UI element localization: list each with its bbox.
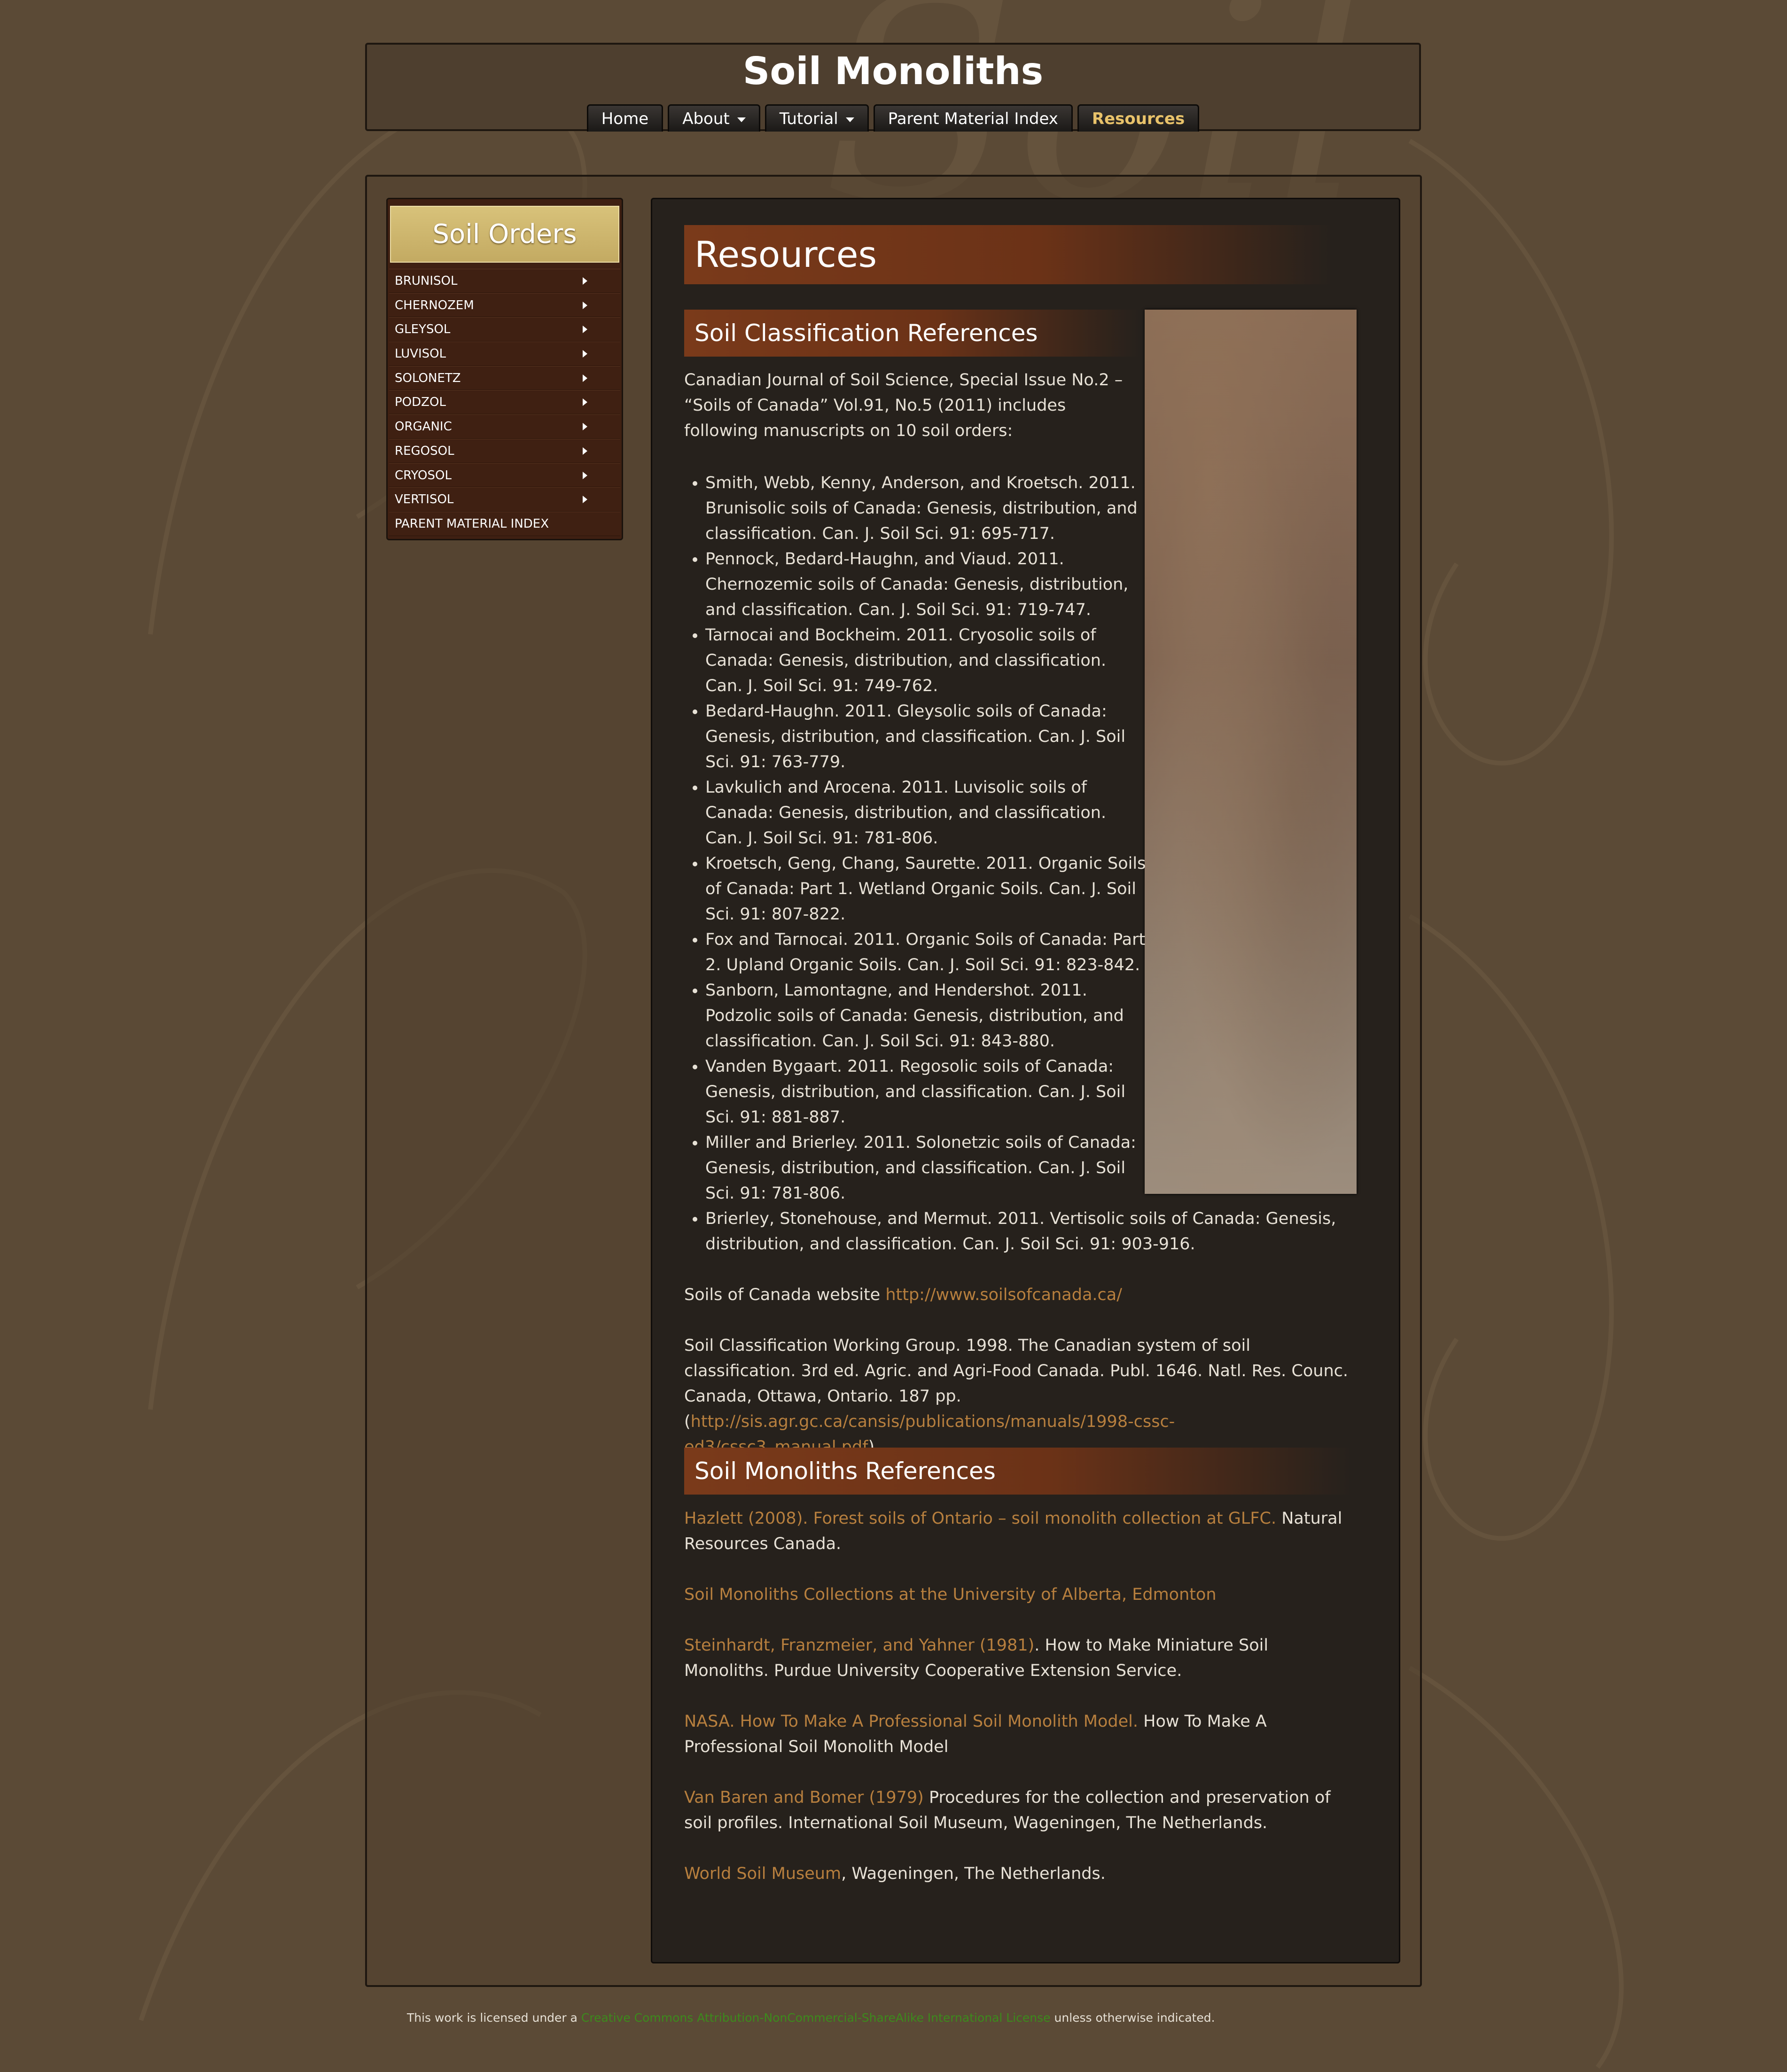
vanbaren-reference: Van Baren and Bomer (1979) Procedures fo… <box>684 1785 1351 1836</box>
scwg-reference: Soil Classification Working Group. 1998.… <box>684 1333 1351 1460</box>
chevron-right-icon <box>583 398 587 406</box>
website-prefix: Soils of Canada website <box>684 1285 886 1304</box>
footer-suffix: unless otherwise indicated. <box>1050 2011 1215 2025</box>
classification-reference-list: Smith, Webb, Kenny, Anderson, and Kroets… <box>684 470 1363 1257</box>
sidebar-item-label: CHERNOZEM <box>395 298 474 312</box>
section-heading-classification: Soil Classification References <box>684 310 1140 357</box>
sidebar-heading: Soil Orders <box>390 206 619 263</box>
list-item: Pennock, Bedard-Haughn, and Viaud. 2011.… <box>705 546 1147 623</box>
steinhardt-reference: Steinhardt, Franzmeier, and Yahner (1981… <box>684 1633 1351 1683</box>
soils-of-canada-link[interactable]: http://www.soilsofcanada.ca/ <box>885 1285 1122 1304</box>
license-link[interactable]: Creative Commons Attribution-NonCommerci… <box>581 2011 1051 2025</box>
sidebar-item-organic[interactable]: ORGANIC <box>389 414 620 439</box>
alberta-link[interactable]: Soil Monoliths Collections at the Univer… <box>684 1585 1217 1604</box>
list-item: Tarnocai and Bockheim. 2011. Cryosolic s… <box>705 623 1147 699</box>
sidebar-list: BRUNISOL CHERNOZEM GLEYSOL LUVISOL SOLON… <box>389 269 620 536</box>
main-nav: Home About Tutorial Parent Material Index Re… <box>367 104 1419 132</box>
sidebar-item-label: CRYOSOL <box>395 468 452 483</box>
sidebar-item-label: REGOSOL <box>395 444 454 458</box>
caret-down-icon <box>737 117 746 122</box>
nav-parent-material-index-label: Parent Material Index <box>888 109 1058 128</box>
sidebar-item-parent-material-index[interactable]: PARENT MATERIAL INDEX <box>389 511 620 536</box>
nav-tutorial[interactable]: Tutorial <box>765 104 869 132</box>
sidebar-item-label: LUVISOL <box>395 347 446 361</box>
nasa-link[interactable]: NASA. How To Make A Professional Soil Mo… <box>684 1712 1138 1731</box>
steinhardt-link[interactable]: Steinhardt, Franzmeier, and Yahner (1981… <box>684 1636 1034 1655</box>
site-title[interactable]: Soil Monoliths <box>367 49 1419 93</box>
sidebar-item-label: PARENT MATERIAL INDEX <box>395 516 549 531</box>
sidebar-item-podzol[interactable]: PODZOL <box>389 390 620 415</box>
page-title: Resources <box>684 225 1333 284</box>
hazlett-reference: Hazlett (2008). Forest soils of Ontario … <box>684 1506 1351 1557</box>
sidebar-item-brunisol[interactable]: BRUNISOL <box>389 269 620 293</box>
chevron-right-icon <box>583 496 587 504</box>
sidebar-item-label: ORGANIC <box>395 420 452 434</box>
sidebar-item-label: GLEYSOL <box>395 322 451 337</box>
sidebar-item-label: VERTISOL <box>395 492 454 507</box>
chevron-right-icon <box>583 471 587 479</box>
sidebar-soil-orders: Soil Orders BRUNISOL CHERNOZEM GLEYSOL L… <box>386 198 623 540</box>
footer-prefix: This work is licensed under a <box>407 2011 581 2025</box>
sidebar-item-vertisol[interactable]: VERTISOL <box>389 487 620 512</box>
sidebar-item-luvisol[interactable]: LUVISOL <box>389 342 620 366</box>
sidebar-item-solonetz[interactable]: SOLONETZ <box>389 366 620 390</box>
nav-resources-label: Resources <box>1092 109 1185 128</box>
sidebar-item-label: PODZOL <box>395 395 446 410</box>
chevron-right-icon <box>583 326 587 334</box>
classification-intro: Canadian Journal of Soil Science, Specia… <box>684 371 1123 440</box>
sidebar-item-label: BRUNISOL <box>395 274 458 288</box>
nav-parent-material-index[interactable]: Parent Material Index <box>873 104 1073 132</box>
world-soil-museum-link[interactable]: World Soil Museum <box>684 1864 841 1883</box>
wsm-text: , Wageningen, The Netherlands. <box>841 1864 1106 1883</box>
sidebar-item-regosol[interactable]: REGOSOL <box>389 438 620 463</box>
sidebar-item-chernozem[interactable]: CHERNOZEM <box>389 293 620 318</box>
list-item: Smith, Webb, Kenny, Anderson, and Kroets… <box>705 470 1147 546</box>
list-item: Kroetsch, Geng, Chang, Saurette. 2011. O… <box>705 851 1147 927</box>
nav-home[interactable]: Home <box>586 104 663 132</box>
list-item: Miller and Brierley. 2011. Solonetzic so… <box>705 1130 1147 1206</box>
list-item: Lavkulich and Arocena. 2011. Luvisolic s… <box>705 775 1147 851</box>
nav-resources[interactable]: Resources <box>1077 104 1200 132</box>
nav-home-label: Home <box>601 109 649 128</box>
chevron-right-icon <box>583 374 587 382</box>
list-item: Fox and Tarnocai. 2011. Organic Soils of… <box>705 927 1147 978</box>
world-soil-museum-reference: World Soil Museum, Wageningen, The Nethe… <box>684 1861 1351 1886</box>
list-item: Bedard-Haughn. 2011. Gleysolic soils of … <box>705 699 1147 775</box>
list-item: Sanborn, Lamontagne, and Hendershot. 201… <box>705 978 1147 1054</box>
chevron-right-icon <box>583 350 587 358</box>
soils-of-canada-website: Soils of Canada website http://www.soils… <box>684 1282 1351 1308</box>
chevron-right-icon <box>583 423 587 431</box>
sidebar-item-label: SOLONETZ <box>395 371 461 385</box>
chevron-right-icon <box>583 301 587 309</box>
vanbaren-link[interactable]: Van Baren and Bomer (1979) <box>684 1788 924 1807</box>
chevron-right-icon <box>583 447 587 455</box>
section-heading-monoliths: Soil Monoliths References <box>684 1448 1351 1495</box>
caret-down-icon <box>845 117 854 122</box>
chevron-right-icon <box>583 277 587 285</box>
sidebar-item-gleysol[interactable]: GLEYSOL <box>389 317 620 342</box>
list-item: Vanden Bygaart. 2011. Regosolic soils of… <box>705 1054 1147 1130</box>
hazlett-link[interactable]: Hazlett (2008). Forest soils of Ontario … <box>684 1509 1276 1528</box>
nav-about-label: About <box>682 109 730 128</box>
list-item: Brierley, Stonehouse, and Mermut. 2011. … <box>705 1206 1363 1257</box>
sidebar-item-cryosol[interactable]: CRYOSOL <box>389 463 620 488</box>
nasa-reference: NASA. How To Make A Professional Soil Mo… <box>684 1709 1351 1760</box>
nav-about[interactable]: About <box>668 104 760 132</box>
footer: This work is licensed under a Creative C… <box>407 2009 1488 2027</box>
alberta-reference: Soil Monoliths Collections at the Univer… <box>684 1582 1351 1607</box>
site-header: Soil Monoliths Home About Tutorial Parent M… <box>365 43 1421 132</box>
nav-tutorial-label: Tutorial <box>779 109 838 128</box>
